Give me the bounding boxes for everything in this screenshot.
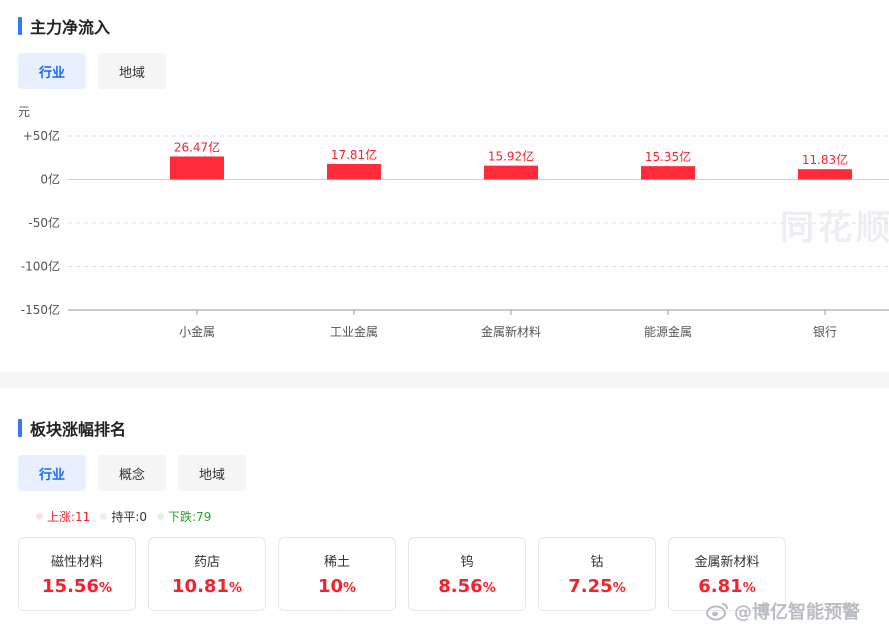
- sector-change: 8.56%: [438, 576, 496, 597]
- tab-industry[interactable]: 行业: [18, 455, 86, 491]
- x-tick-label: 能源金属: [644, 324, 692, 339]
- y-tick-label: -100亿: [21, 259, 60, 274]
- sector-card[interactable]: 钴 7.25%: [538, 537, 656, 611]
- sector-change: 10%: [317, 576, 357, 597]
- y-tick-label: -150亿: [21, 302, 60, 317]
- x-tick-label: 工业金属: [330, 324, 378, 339]
- legend-dot-icon: [100, 513, 108, 520]
- sector-card[interactable]: 药店 10.81%: [148, 537, 266, 611]
- legend-up: 上涨:11: [36, 508, 90, 525]
- sector-name: 金属新材料: [694, 555, 760, 570]
- sector-name: 磁性材料: [50, 555, 103, 570]
- title-accent-bar: [18, 419, 22, 437]
- y-tick-label: +50亿: [23, 128, 60, 143]
- sector-cards: 磁性材料 15.56% 药店 10.81% 稀土 10% 钨 8.56% 钴 7…: [18, 537, 786, 611]
- sector-change: 10.81%: [172, 576, 242, 597]
- inflow-tabs: 行业 地域: [18, 53, 166, 89]
- sector-name: 钨: [460, 555, 474, 570]
- ranking-tabs: 行业 概念 地域: [18, 455, 246, 491]
- data-label: 17.81亿: [331, 147, 377, 162]
- tab-region[interactable]: 地域: [98, 53, 166, 89]
- section-title-net-inflow: 主力净流入: [18, 16, 111, 37]
- y-unit-label: 元: [18, 105, 30, 119]
- x-tick-label: 金属新材料: [481, 324, 541, 339]
- tab-concept[interactable]: 概念: [98, 455, 166, 491]
- weibo-handle: @博亿智能预警: [734, 602, 860, 623]
- data-label: 15.35亿: [645, 149, 691, 164]
- data-label: 15.92亿: [488, 149, 534, 164]
- section-title-text: 主力净流入: [30, 18, 111, 37]
- legend-down: 下跌:79: [157, 508, 211, 525]
- section-title-text: 板块涨幅排名: [30, 420, 127, 439]
- sector-card[interactable]: 稀土 10%: [278, 537, 396, 611]
- sector-name: 稀土: [323, 555, 350, 570]
- bar: [327, 164, 381, 180]
- title-accent-bar: [18, 17, 22, 35]
- sector-name: 药店: [193, 555, 220, 570]
- data-label: 26.47亿: [174, 139, 220, 154]
- data-label: 11.83亿: [802, 152, 848, 167]
- legend-flat: 持平:0: [100, 508, 147, 525]
- bar: [798, 169, 852, 180]
- section-divider: [0, 372, 889, 388]
- bar: [641, 166, 695, 180]
- x-tick-label: 小金属: [179, 324, 215, 339]
- weibo-watermark: @博亿智能预警: [706, 598, 860, 624]
- legend-dot-icon: [36, 513, 43, 520]
- legend-down-label: 下跌:79: [168, 510, 212, 524]
- x-tick-label: 银行: [813, 325, 837, 339]
- net-inflow-chart: 元 +50亿 0亿 -50亿 -100亿 -150亿 26.47亿小金属 17.81亿工业金属…: [18, 105, 889, 339]
- section-title-sector-ranking: 板块涨幅排名: [18, 418, 127, 439]
- weibo-icon: [706, 603, 728, 621]
- legend-dot-icon: [157, 513, 165, 520]
- legend-flat-label: 持平:0: [111, 510, 148, 524]
- y-tick-label: 0亿: [40, 172, 60, 187]
- bar: [170, 156, 224, 180]
- tab-region[interactable]: 地域: [178, 455, 246, 491]
- tab-industry[interactable]: 行业: [18, 53, 86, 89]
- sector-name: 钴: [590, 555, 604, 570]
- sector-card[interactable]: 磁性材料 15.56%: [18, 537, 136, 611]
- legend-up-label: 上涨:11: [47, 510, 91, 524]
- sector-change: 6.81%: [698, 576, 756, 597]
- sector-change: 7.25%: [568, 576, 626, 597]
- y-tick-label: -50亿: [28, 215, 60, 230]
- sector-card[interactable]: 钨 8.56%: [408, 537, 526, 611]
- sector-change: 15.56%: [42, 576, 112, 597]
- up-down-legend: 上涨:11 持平:0 下跌:79: [36, 508, 211, 525]
- bar: [484, 165, 538, 180]
